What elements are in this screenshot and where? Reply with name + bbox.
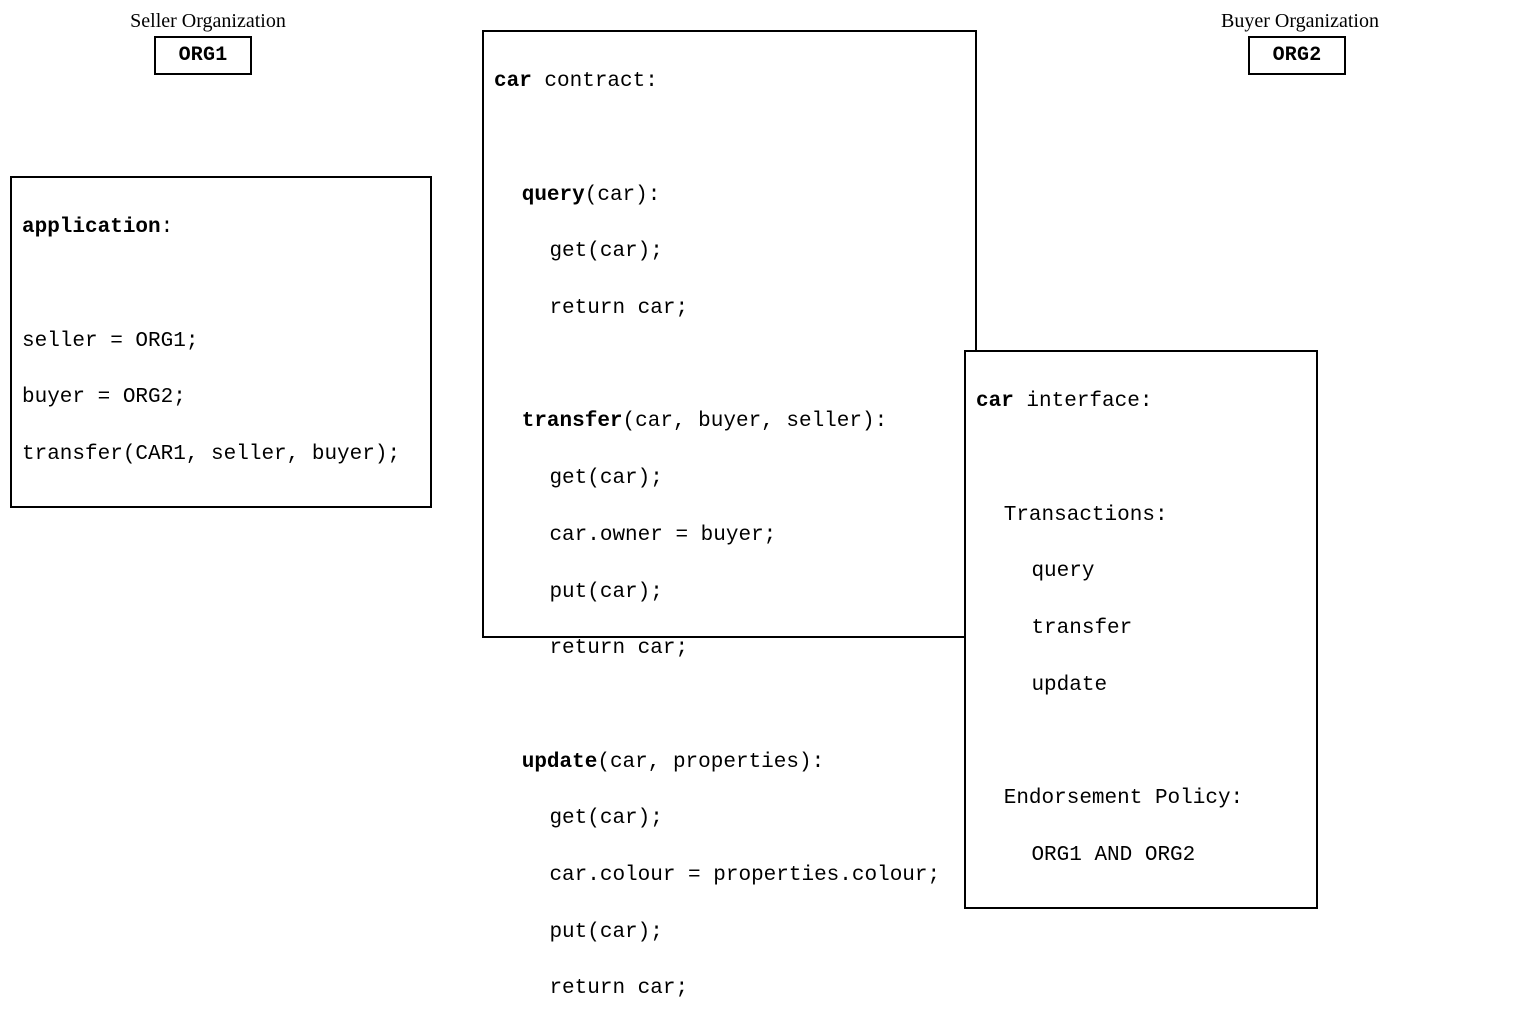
application-title-keyword: application <box>22 216 161 239</box>
contract-title-rest: contract: <box>532 70 658 93</box>
contract-transfer-line-3: put(car); <box>494 579 965 607</box>
contract-transfer-signature: (car, buyer, seller): <box>623 410 888 433</box>
contract-update-line-3: put(car); <box>494 919 965 947</box>
org2-box: ORG2 <box>1248 36 1346 75</box>
interface-code-box: car interface: Transactions: query trans… <box>964 350 1318 909</box>
contract-update-keyword: update <box>522 751 598 774</box>
contract-update-line-1: get(car); <box>494 805 965 833</box>
contract-update-line-2: car.colour = properties.colour; <box>494 862 965 890</box>
contract-transfer-line-1: get(car); <box>494 465 965 493</box>
contract-update-line-4: return car; <box>494 975 965 1003</box>
seller-org-label: Seller Organization <box>118 10 298 33</box>
interface-endorsement-value: ORG1 AND ORG2 <box>976 842 1306 870</box>
contract-update-signature: (car, properties): <box>597 751 824 774</box>
contract-query-signature: (car): <box>585 184 661 207</box>
interface-transaction-3: update <box>976 672 1306 700</box>
application-code-box: application: seller = ORG1; buyer = ORG2… <box>10 176 432 508</box>
interface-transaction-1: query <box>976 558 1306 586</box>
contract-transfer-keyword: transfer <box>522 410 623 433</box>
contract-query-line-2: return car; <box>494 295 965 323</box>
buyer-org-label: Buyer Organization <box>1210 10 1390 33</box>
interface-endorsement-header: Endorsement Policy: <box>976 785 1306 813</box>
application-title-rest: : <box>161 216 174 239</box>
interface-transaction-2: transfer <box>976 615 1306 643</box>
contract-transfer-line-4: return car; <box>494 635 965 663</box>
contract-code-box: car contract: query(car): get(car); retu… <box>482 30 977 638</box>
interface-transactions-header: Transactions: <box>976 502 1306 530</box>
application-line-3: transfer(CAR1, seller, buyer); <box>22 441 420 469</box>
application-line-2: buyer = ORG2; <box>22 384 420 412</box>
contract-query-line-1: get(car); <box>494 238 965 266</box>
contract-transfer-line-2: car.owner = buyer; <box>494 522 965 550</box>
contract-title-keyword: car <box>494 70 532 93</box>
application-line-1: seller = ORG1; <box>22 328 420 356</box>
contract-query-keyword: query <box>522 184 585 207</box>
interface-title-rest: interface: <box>1014 390 1153 413</box>
interface-title-keyword: car <box>976 390 1014 413</box>
org1-box: ORG1 <box>154 36 252 75</box>
